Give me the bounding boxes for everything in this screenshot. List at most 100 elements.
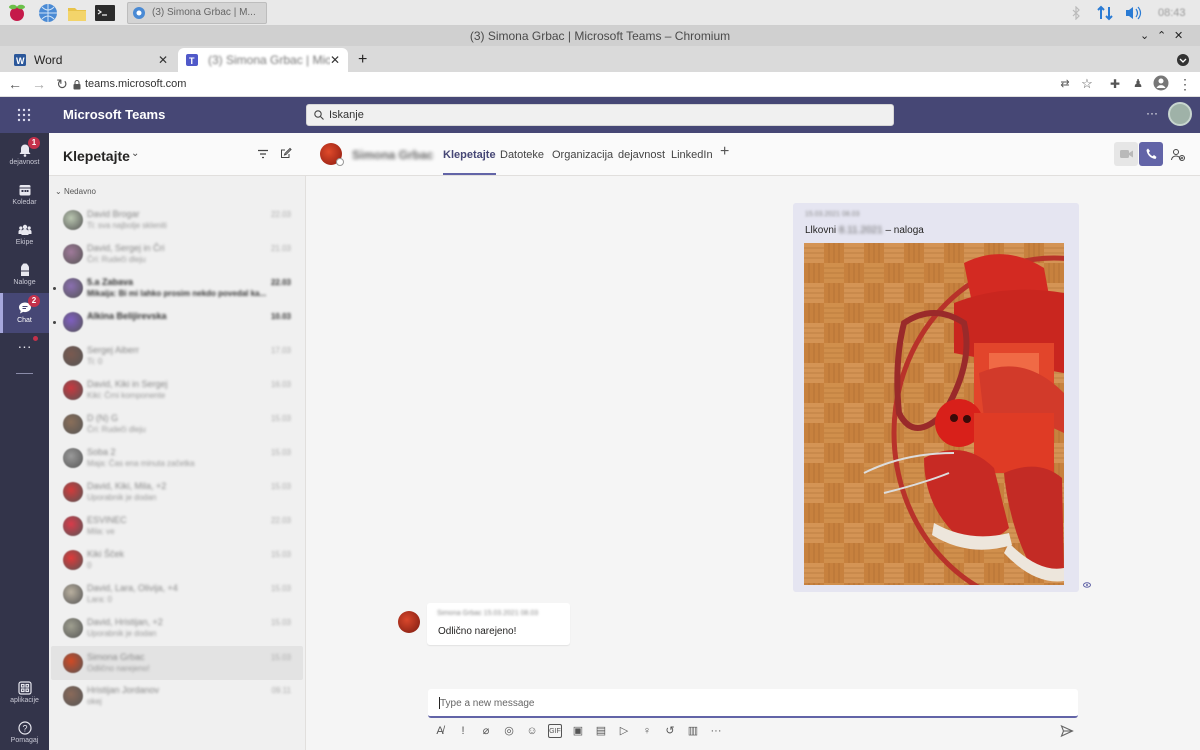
reload-icon[interactable]: ↻ (53, 75, 71, 93)
gif-icon[interactable]: GIF (548, 724, 562, 738)
attach-icon[interactable]: ⌀ (479, 724, 493, 738)
maximize-icon[interactable]: ⌃ (1157, 26, 1166, 46)
more-options-icon[interactable]: ··· (1146, 106, 1158, 120)
back-icon[interactable]: ← (6, 75, 24, 93)
chat-time: 22.03 (270, 210, 291, 219)
important-icon[interactable]: ! (456, 724, 470, 738)
chat-list-item[interactable]: David, Kiki, Mila, +2 Uporabnik je dodan 1… (51, 475, 303, 509)
chat-list-item[interactable]: Kiki Šček 0 15.03 (51, 543, 303, 577)
schedule-meeting-icon[interactable]: ▤ (594, 724, 608, 738)
chat-name: D (N) G (87, 413, 118, 423)
message-photo[interactable] (804, 243, 1064, 585)
browser-launcher-icon[interactable] (37, 2, 59, 24)
chat-list-item[interactable]: Sergej Aiberr Ti: 0 17.03 (51, 339, 303, 373)
minimize-icon[interactable]: ⌄ (1140, 26, 1149, 46)
rail-item-teams[interactable]: Ekipe (0, 215, 49, 255)
rail-item-help[interactable]: ? Pomagaj (0, 713, 49, 750)
tab-word[interactable]: W Word ✕ (4, 48, 176, 72)
chat-list-item[interactable]: David, Lara, Olivija, +4 Lara: 0 15.03 (51, 577, 303, 611)
file-manager-icon[interactable] (66, 2, 88, 24)
emoji-icon[interactable]: ☺ (525, 724, 539, 738)
chat-list-item[interactable]: Hristijan Jordanov okej 09.11 (51, 679, 303, 713)
raspberry-menu-icon[interactable] (6, 2, 28, 24)
filter-icon[interactable] (257, 149, 269, 159)
rail-item-apps[interactable]: aplikacije (0, 673, 49, 713)
chat-list-item[interactable]: David, Kiki in Sergej Kiki: Črni komponen… (51, 373, 303, 407)
new-tab-button[interactable]: + (352, 48, 376, 72)
contact-name[interactable]: Simona Grbac (352, 148, 433, 162)
tab-linkedin[interactable]: LinkedIn (671, 149, 713, 161)
chat-preview: Lara: 0 (87, 595, 112, 604)
terminal-icon[interactable] (94, 2, 116, 24)
stream-icon[interactable]: ▷ (617, 724, 631, 738)
rail-item-calendar[interactable]: Koledar (0, 175, 49, 215)
sender-avatar[interactable] (398, 611, 420, 633)
updates-icon[interactable]: ↺ (663, 724, 677, 738)
format-icon[interactable]: A̸ (433, 724, 447, 738)
network-icon[interactable] (1096, 0, 1114, 26)
extensions-icon[interactable]: ✚ (1106, 75, 1124, 93)
tab-files[interactable]: Datoteke (500, 149, 544, 161)
chat-list-title[interactable]: Klepetajte (63, 148, 130, 164)
tab-activity[interactable]: dejavnost (618, 149, 665, 161)
praise-icon[interactable]: ♀ (640, 724, 654, 738)
browser-menu-icon[interactable]: ⋮ (1176, 75, 1194, 93)
chat-list-item[interactable]: David, Sergej in Čri Čri: Rudeči dleju 21.… (51, 237, 303, 271)
message-bubble-sent[interactable]: 15.03.2021 08.03 Llkovni 8.11.2021 – nal… (793, 203, 1079, 592)
rail-item-chat[interactable]: Chat 2 (0, 293, 49, 333)
phone-icon (1146, 148, 1157, 159)
user-avatar[interactable] (1168, 102, 1192, 126)
rail-item-activity[interactable]: dejavnost 1 (0, 135, 49, 175)
add-tab-button[interactable]: + (720, 143, 729, 161)
app-launcher-icon[interactable] (17, 108, 31, 122)
bookmark-star-icon[interactable]: ☆ (1078, 75, 1096, 93)
lock-icon[interactable] (73, 80, 81, 90)
rail-item-assignments[interactable]: Naloge (0, 255, 49, 295)
url-field[interactable]: teams.microsoft.com (85, 76, 186, 92)
tab-teams[interactable]: T (3) Simona Grbac | Micr ✕ (178, 48, 348, 72)
sticker-icon[interactable]: ▣ (571, 724, 585, 738)
compose-box[interactable]: Type a new message (428, 689, 1078, 718)
tab-search-icon[interactable] (1172, 48, 1196, 72)
chevron-down-icon[interactable]: ⌄ (131, 148, 139, 159)
more-actions-icon[interactable]: ··· (709, 724, 723, 738)
notification-badge: 1 (28, 137, 40, 149)
chat-list-item[interactable]: ESVINEC Mila: ve 22.03 (51, 509, 303, 543)
message-text: Llkovni 8.11.2021 – naloga (805, 225, 924, 236)
participants-icon[interactable] (1170, 147, 1186, 163)
chat-list-item[interactable]: Simona Grbac Odlično narejeno! 15.03 (51, 646, 303, 680)
taskbar-chromium-window[interactable]: (3) Simona Grbac | M... (127, 2, 267, 24)
close-tab-icon[interactable]: ✕ (329, 48, 340, 72)
chat-list-item[interactable]: David, Hristijan, +2 Uporabnik je dodan 15… (51, 611, 303, 645)
message-text: Odlično narejeno! (438, 626, 517, 637)
tab-chat[interactable]: Klepetajte (443, 149, 496, 175)
video-call-button[interactable] (1114, 142, 1138, 166)
chat-list-item[interactable]: D (N) G Čri: Rudeči dleju 15.03 (51, 407, 303, 441)
chat-list-item[interactable]: David Brogar Ti: sva najbolje skleniti 22.… (51, 203, 303, 237)
window-titlebar: (3) Simona Grbac | Microsoft Teams – Chr… (0, 26, 1200, 46)
send-icon[interactable] (1060, 724, 1074, 738)
search-input[interactable]: Iskanje (306, 104, 894, 126)
extension-person-icon[interactable]: ♟ (1129, 75, 1147, 93)
teams-icon: T (186, 54, 198, 66)
close-tab-icon[interactable]: ✕ (158, 48, 168, 72)
rail-more-apps[interactable]: ··· (0, 336, 49, 360)
new-chat-icon[interactable] (280, 147, 292, 159)
volume-icon[interactable] (1124, 0, 1142, 26)
chat-list-item[interactable]: Alkina Belijirevska 10.03 (51, 305, 303, 339)
forward-icon[interactable]: → (30, 75, 48, 93)
chat-list-item[interactable]: 5.a Zabava Mikaija: Bi mi lahko prosim ne… (51, 271, 303, 305)
bluetooth-icon[interactable] (1070, 0, 1082, 26)
profile-icon[interactable] (1152, 75, 1170, 93)
close-window-icon[interactable]: ✕ (1174, 26, 1183, 46)
loop-icon[interactable]: ◎ (502, 724, 516, 738)
tab-organization[interactable]: Organizacija (552, 149, 613, 161)
section-recent[interactable]: ⌄ Nedavno (55, 187, 96, 196)
translate-icon[interactable]: ⇄ (1056, 75, 1074, 93)
audio-call-button[interactable] (1139, 142, 1163, 166)
message-bubble-received[interactable]: Simona Grbac 15.03.2021 08.03 Odlično na… (427, 603, 570, 645)
forms-icon[interactable]: ▥ (686, 724, 700, 738)
chat-list-item[interactable]: Soba 2 Maja: Čas ena minuta začetka 15.03 (51, 441, 303, 475)
chat-time: 15.03 (270, 550, 291, 559)
help-icon: ? (17, 721, 32, 735)
